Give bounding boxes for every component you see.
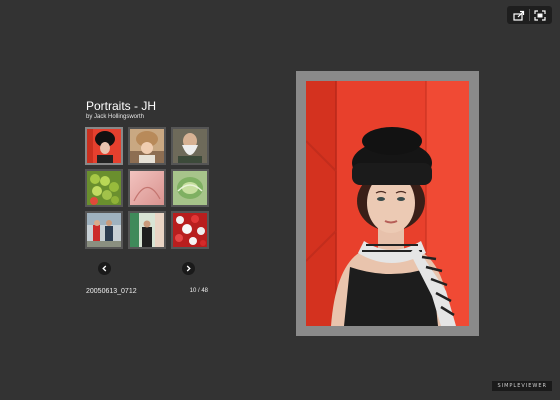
main-image-frame bbox=[296, 71, 479, 336]
gallery-byline: by Jack Hollingsworth bbox=[86, 114, 145, 120]
thumbnail-grid bbox=[85, 127, 209, 249]
thumbnail-item[interactable] bbox=[85, 211, 123, 249]
viewer-toolbar bbox=[507, 6, 552, 24]
next-button[interactable] bbox=[182, 262, 195, 275]
thumbnail-item[interactable] bbox=[85, 127, 123, 165]
gallery-title: Portraits - JH bbox=[86, 99, 157, 113]
brand-badge[interactable]: SIMPLEVIEWER bbox=[492, 381, 552, 391]
thumbnail-image bbox=[87, 213, 121, 247]
image-counter: 10 / 48 bbox=[189, 288, 208, 294]
previous-button[interactable] bbox=[98, 262, 111, 275]
thumbnail-item[interactable] bbox=[171, 127, 209, 165]
share-icon bbox=[513, 10, 525, 21]
main-image[interactable] bbox=[306, 81, 469, 326]
thumbnail-image bbox=[130, 129, 164, 163]
share-button[interactable] bbox=[509, 6, 529, 24]
fullscreen-icon bbox=[534, 9, 546, 21]
thumbnail-image bbox=[173, 129, 207, 163]
thumbnail-item[interactable] bbox=[128, 211, 166, 249]
thumbnail-item[interactable] bbox=[171, 211, 209, 249]
thumbnail-item[interactable] bbox=[128, 127, 166, 165]
thumbnail-item[interactable] bbox=[171, 169, 209, 207]
thumbnail-image bbox=[87, 171, 121, 205]
thumbnail-item[interactable] bbox=[128, 169, 166, 207]
thumbnail-image bbox=[173, 171, 207, 205]
portrait-photo bbox=[306, 81, 469, 326]
thumbnail-image bbox=[173, 213, 207, 247]
thumbnail-item[interactable] bbox=[85, 169, 123, 207]
fullscreen-button[interactable] bbox=[530, 6, 550, 24]
thumbnail-image bbox=[130, 171, 164, 205]
chevron-right-icon bbox=[186, 265, 191, 272]
thumbnail-image bbox=[87, 129, 121, 163]
chevron-left-icon bbox=[102, 265, 107, 272]
image-caption: 20050613_0712 bbox=[86, 288, 137, 295]
thumbnail-image bbox=[130, 213, 164, 247]
